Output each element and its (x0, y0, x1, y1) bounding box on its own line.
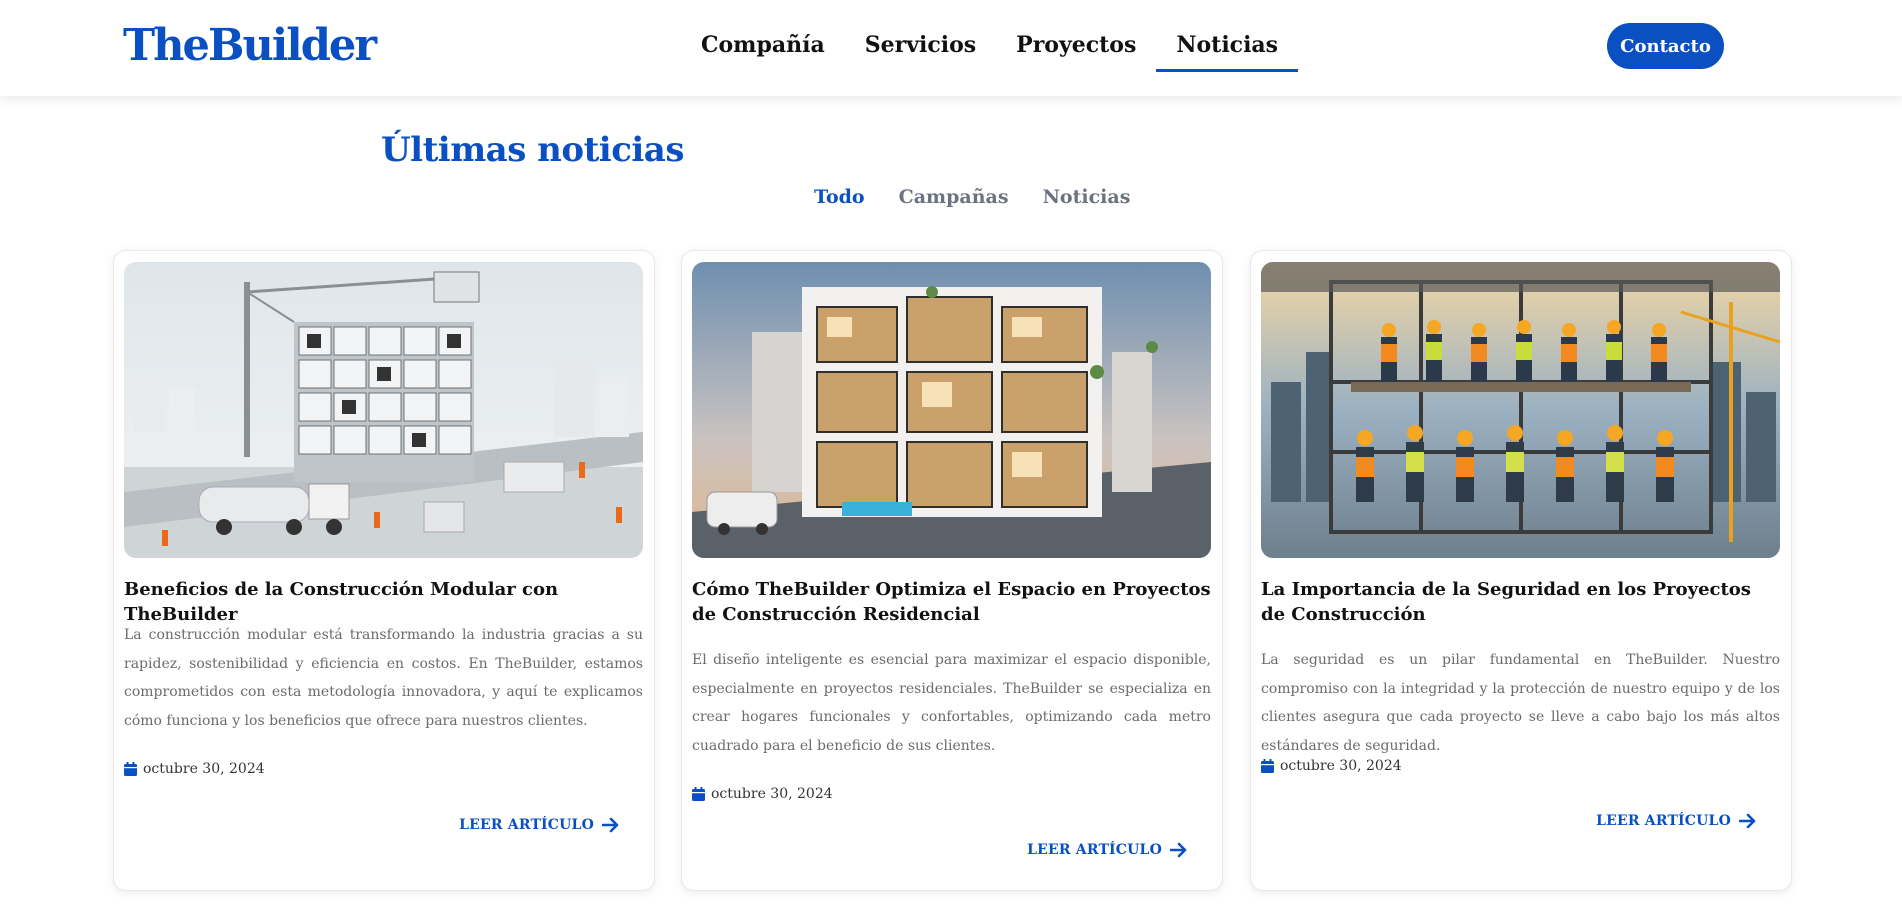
card-excerpt: La seguridad es un pilar fundamental en … (1261, 652, 1780, 754)
date-text: octubre 30, 2024 (143, 761, 265, 777)
read-more-label: LEER ARTÍCULO (1027, 842, 1162, 858)
calendar-icon (692, 787, 705, 801)
nav-item-noticias[interactable]: Noticias (1156, 26, 1298, 72)
news-card: Cómo TheBuilder Optimiza el Espacio en P… (682, 251, 1222, 890)
site-header: TheBuilder Compañía Servicios Proyectos … (0, 0, 1902, 96)
news-card: Beneficios de la Construcción Modular co… (114, 251, 654, 890)
filter-todo[interactable]: Todo (797, 186, 882, 208)
calendar-icon (1261, 759, 1274, 773)
date-text: octubre 30, 2024 (711, 786, 833, 802)
safety-workers-image[interactable] (1261, 262, 1780, 558)
category-filters: Todo Campañas Noticias (797, 186, 1147, 208)
card-title[interactable]: Cómo TheBuilder Optimiza el Espacio en P… (692, 577, 1211, 627)
arrow-right-icon (1739, 813, 1756, 829)
card-title[interactable]: Beneficios de la Construcción Modular co… (124, 577, 643, 627)
card-date: octubre 30, 2024 (1261, 758, 1402, 774)
residential-building-image[interactable] (692, 262, 1211, 558)
read-more-link[interactable]: LEER ARTÍCULO (1027, 842, 1188, 858)
card-excerpt: La construcción modular está transforman… (124, 627, 643, 729)
read-more-label: LEER ARTÍCULO (1596, 813, 1731, 829)
card-title[interactable]: La Importancia de la Seguridad en los Pr… (1261, 577, 1780, 627)
read-more-link[interactable]: LEER ARTÍCULO (1596, 813, 1757, 829)
card-date: octubre 30, 2024 (692, 786, 833, 802)
calendar-icon (124, 762, 137, 776)
filter-campanas[interactable]: Campañas (882, 186, 1026, 208)
nav-item-servicios[interactable]: Servicios (845, 26, 996, 72)
nav-item-compania[interactable]: Compañía (681, 26, 845, 72)
card-date: octubre 30, 2024 (124, 761, 265, 777)
modular-construction-image[interactable] (124, 262, 643, 558)
card-excerpt: El diseño inteligente es esencial para m… (692, 652, 1211, 754)
arrow-right-icon (1170, 842, 1187, 858)
filter-noticias[interactable]: Noticias (1026, 186, 1148, 208)
main-nav: Compañía Servicios Proyectos Noticias (681, 26, 1298, 72)
arrow-right-icon (602, 817, 619, 833)
nav-item-proyectos[interactable]: Proyectos (996, 26, 1156, 72)
page-title: Últimas noticias (381, 130, 684, 170)
contact-button[interactable]: Contacto (1607, 23, 1724, 69)
read-more-link[interactable]: LEER ARTÍCULO (459, 817, 620, 833)
news-card: La Importancia de la Seguridad en los Pr… (1251, 251, 1791, 890)
date-text: octubre 30, 2024 (1280, 758, 1402, 774)
read-more-label: LEER ARTÍCULO (459, 817, 594, 833)
logo[interactable]: TheBuilder (123, 20, 377, 71)
